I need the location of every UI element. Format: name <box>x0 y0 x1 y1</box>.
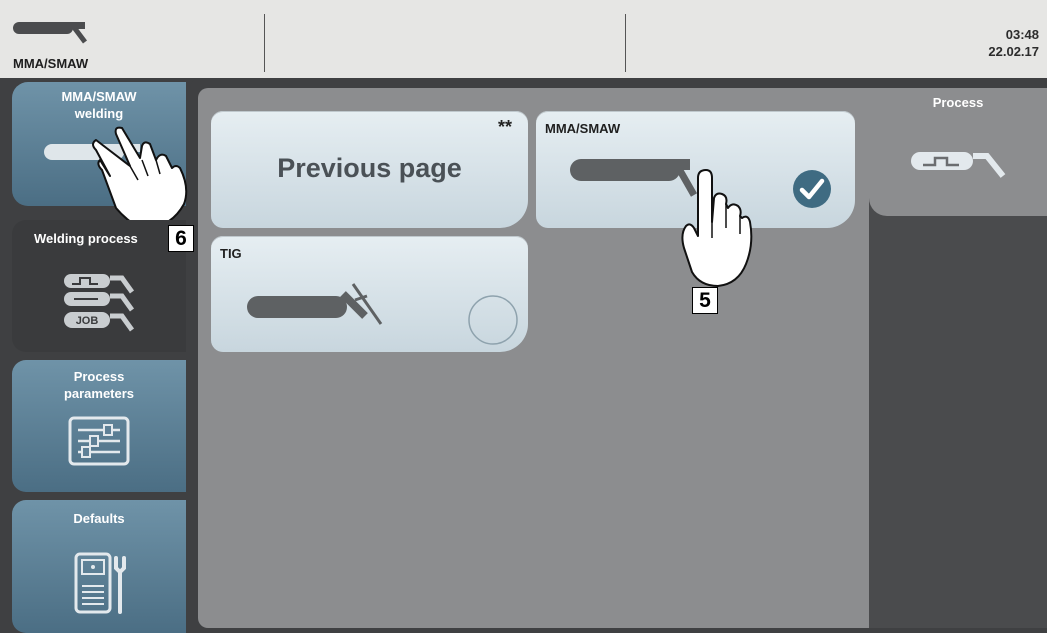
sidebar-item-label: Welding process <box>34 231 138 246</box>
sidebar-item-welding-process[interactable]: Welding process JOB <box>12 220 186 352</box>
sidebar-item-defaults[interactable]: Defaults <box>12 500 186 633</box>
marker: ** <box>497 117 512 137</box>
unselected-radio-icon <box>467 294 519 346</box>
welding-process-icon: JOB <box>62 272 142 332</box>
clock: 03:48 22.02.17 <box>988 26 1039 60</box>
callout-step-5: 5 <box>692 287 718 314</box>
tab-label: Process <box>932 95 984 110</box>
sidebar-item-label: parameters <box>63 386 135 401</box>
option-label: TIG <box>220 246 242 261</box>
sidebar-item-label: Process <box>73 369 125 384</box>
sidebar-item-label: Defaults <box>73 511 125 526</box>
callout-step-6: 6 <box>168 225 194 252</box>
tab-process[interactable]: Process <box>869 88 1047 216</box>
hand-pointer-icon <box>86 120 196 232</box>
divider <box>625 14 626 72</box>
option-label: MMA/SMAW <box>545 121 621 136</box>
mma-electrode-icon <box>13 16 89 52</box>
machine-wrench-icon <box>74 550 130 616</box>
status-bar: MMA/SMAW 03:48 22.02.17 <box>0 0 1047 78</box>
mode-label: MMA/SMAW <box>13 56 89 71</box>
previous-page-label: Previous page <box>277 153 462 183</box>
hand-pointer-icon <box>676 168 756 290</box>
frame-top <box>190 78 1047 88</box>
previous-page-button[interactable]: ** Previous page <box>211 111 528 228</box>
sidebar-item-mma-welding[interactable]: MMA/SMAW welding <box>12 82 188 229</box>
job-label: JOB <box>76 315 99 327</box>
sidebar-item-process-parameters[interactable]: Process parameters <box>12 360 186 492</box>
tig-torch-icon <box>247 274 387 330</box>
sidebar-item-label: MMA/SMAW <box>61 89 137 104</box>
process-pulse-icon <box>909 146 1009 182</box>
process-option-tig[interactable]: TIG <box>211 236 528 352</box>
time: 03:48 <box>1005 27 1039 42</box>
selected-check-icon <box>792 169 832 209</box>
date: 22.02.17 <box>988 44 1039 59</box>
divider <box>264 14 265 72</box>
sliders-icon <box>68 416 130 466</box>
